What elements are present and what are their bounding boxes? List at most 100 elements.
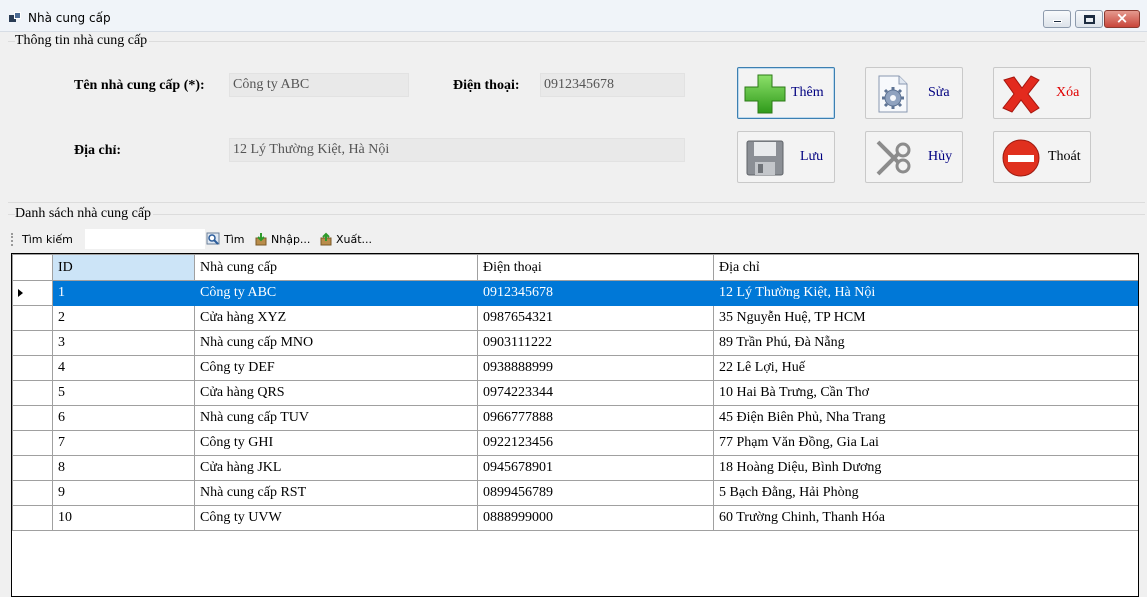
row-header[interactable] xyxy=(12,305,53,331)
cell-phone[interactable]: 0987654321 xyxy=(477,305,714,331)
cell-id[interactable]: 8 xyxy=(52,455,195,481)
cell-supplier[interactable]: Cửa hàng QRS xyxy=(194,380,478,406)
cell-id[interactable]: 3 xyxy=(52,330,195,356)
supplier-info-legend: Thông tin nhà cung cấp xyxy=(15,33,150,49)
grid-corner-cell[interactable] xyxy=(12,254,53,281)
edit-button[interactable]: Sửa xyxy=(865,67,963,119)
table-row[interactable]: 5 Cửa hàng QRS 0974223344 10 Hai Bà Trưng, … xyxy=(12,380,1138,406)
cell-address[interactable]: 18 Hoàng Diệu, Bình Dương xyxy=(713,455,1138,481)
row-header[interactable] xyxy=(12,430,53,456)
cell-supplier[interactable]: Nhà cung cấp MNO xyxy=(194,330,478,356)
cell-supplier[interactable]: Công ty ABC xyxy=(194,280,478,306)
table-row[interactable]: 6 Nhà cung cấp TUV 0966777888 45 Điện Biên … xyxy=(12,405,1138,431)
cell-supplier[interactable]: Nhà cung cấp RST xyxy=(194,480,478,506)
maximize-button[interactable] xyxy=(1075,10,1103,28)
cell-phone[interactable]: 0912345678 xyxy=(477,280,714,306)
close-icon: × xyxy=(1115,9,1129,27)
maximize-icon xyxy=(1084,15,1095,24)
cell-phone[interactable]: 0938888999 xyxy=(477,355,714,381)
import-button[interactable]: Nhập... xyxy=(271,233,310,246)
cell-phone[interactable]: 0899456789 xyxy=(477,480,714,506)
table-row[interactable]: 10 Công ty UVW 0888999000 60 Trường Chinh, … xyxy=(12,505,1138,531)
cancel-button-label: Hủy xyxy=(928,149,953,164)
title-bar: Nhà cung cấp × xyxy=(0,0,1147,32)
supplier-info-group xyxy=(8,41,1145,203)
cell-address[interactable]: 77 Phạm Văn Đồng, Gia Lai xyxy=(713,430,1138,456)
row-header[interactable] xyxy=(12,355,53,381)
cell-id[interactable]: 7 xyxy=(52,430,195,456)
address-field[interactable]: 12 Lý Thường Kiệt, Hà Nội xyxy=(229,138,685,162)
row-header[interactable] xyxy=(12,330,53,356)
table-row[interactable]: 7 Công ty GHI 0922123456 77 Phạm Văn Đồng, … xyxy=(12,430,1138,456)
save-button-label: Lưu xyxy=(800,149,824,164)
search-icon xyxy=(206,232,220,245)
row-header[interactable] xyxy=(12,405,53,431)
row-header[interactable] xyxy=(12,505,53,531)
cell-address[interactable]: 5 Bạch Đằng, Hải Phòng xyxy=(713,480,1138,506)
cell-phone[interactable]: 0922123456 xyxy=(477,430,714,456)
edit-button-label: Sửa xyxy=(928,85,950,100)
cell-id[interactable]: 10 xyxy=(52,505,195,531)
cell-supplier[interactable]: Cửa hàng XYZ xyxy=(194,305,478,331)
cell-id[interactable]: 5 xyxy=(52,380,195,406)
cell-id[interactable]: 2 xyxy=(52,305,195,331)
cell-address[interactable]: 10 Hai Bà Trưng, Cần Thơ xyxy=(713,380,1138,406)
row-header[interactable] xyxy=(12,380,53,406)
row-header[interactable] xyxy=(12,455,53,481)
supplier-name-field[interactable]: Công ty ABC xyxy=(229,73,409,97)
cell-supplier[interactable]: Nhà cung cấp TUV xyxy=(194,405,478,431)
minimize-button[interactable] xyxy=(1043,10,1071,28)
search-label: Tìm kiếm xyxy=(22,233,73,246)
supplier-grid[interactable]: ID Nhà cung cấp Điện thoại Địa chỉ 1 Công… xyxy=(11,253,1139,597)
cell-phone[interactable]: 0903111222 xyxy=(477,330,714,356)
cell-id[interactable]: 6 xyxy=(52,405,195,431)
column-header-supplier[interactable]: Nhà cung cấp xyxy=(194,254,478,281)
table-row[interactable]: 9 Nhà cung cấp RST 0899456789 5 Bạch Đằng, … xyxy=(12,480,1138,506)
export-button[interactable]: Xuất... xyxy=(336,233,372,246)
cell-phone[interactable]: 0974223344 xyxy=(477,380,714,406)
table-row[interactable]: 8 Cửa hàng JKL 0945678901 18 Hoàng Diệu, Bì… xyxy=(12,455,1138,481)
cell-supplier[interactable]: Công ty DEF xyxy=(194,355,478,381)
exit-button[interactable]: Thoát xyxy=(993,131,1091,183)
add-button[interactable]: Thêm xyxy=(737,67,835,119)
search-input[interactable] xyxy=(85,229,205,249)
cell-phone[interactable]: 0945678901 xyxy=(477,455,714,481)
cell-id[interactable]: 4 xyxy=(52,355,195,381)
cell-supplier[interactable]: Công ty UVW xyxy=(194,505,478,531)
search-button[interactable]: Tìm xyxy=(224,233,245,246)
red-x-icon xyxy=(1002,75,1040,114)
cell-address[interactable]: 60 Trường Chinh, Thanh Hóa xyxy=(713,505,1138,531)
cell-address[interactable]: 35 Nguyễn Huệ, TP HCM xyxy=(713,305,1138,331)
grid-header-row: ID Nhà cung cấp Điện thoại Địa chỉ xyxy=(12,254,1138,281)
supplier-list-legend: Danh sách nhà cung cấp xyxy=(15,206,154,222)
cell-supplier[interactable]: Công ty GHI xyxy=(194,430,478,456)
cell-address[interactable]: 12 Lý Thường Kiệt, Hà Nội xyxy=(713,280,1138,306)
table-row[interactable]: 1 Công ty ABC 0912345678 12 Lý Thường Kiệt,… xyxy=(12,280,1138,306)
save-button[interactable]: Lưu xyxy=(737,131,835,183)
list-toolbar: Tìm kiếm Tìm Nhập... Xuất... xyxy=(8,227,1139,252)
cell-id[interactable]: 1 xyxy=(52,280,195,306)
table-row[interactable]: 2 Cửa hàng XYZ 0987654321 35 Nguyễn Huệ, TP… xyxy=(12,305,1138,331)
exit-button-label: Thoát xyxy=(1048,149,1081,164)
plus-icon xyxy=(744,74,786,114)
cell-address[interactable]: 45 Điện Biên Phủ, Nha Trang xyxy=(713,405,1138,431)
cell-address[interactable]: 22 Lê Lợi, Huế xyxy=(713,355,1138,381)
delete-button[interactable]: Xóa xyxy=(993,67,1091,119)
cell-phone[interactable]: 0966777888 xyxy=(477,405,714,431)
table-row[interactable]: 4 Công ty DEF 0938888999 22 Lê Lợi, Huế xyxy=(12,355,1138,381)
delete-button-label: Xóa xyxy=(1056,85,1080,100)
cell-supplier[interactable]: Cửa hàng JKL xyxy=(194,455,478,481)
column-header-id[interactable]: ID xyxy=(52,254,195,281)
floppy-disk-icon xyxy=(746,140,784,176)
phone-field[interactable]: 0912345678 xyxy=(540,73,685,97)
table-row[interactable]: 3 Nhà cung cấp MNO 0903111222 89 Trần Phú, … xyxy=(12,330,1138,356)
row-header[interactable] xyxy=(12,280,53,306)
row-header[interactable] xyxy=(12,480,53,506)
cell-address[interactable]: 89 Trần Phú, Đà Nẵng xyxy=(713,330,1138,356)
cell-id[interactable]: 9 xyxy=(52,480,195,506)
close-button[interactable]: × xyxy=(1104,9,1140,28)
cancel-button[interactable]: Hủy xyxy=(865,131,963,183)
column-header-phone[interactable]: Điện thoại xyxy=(477,254,714,281)
column-header-address[interactable]: Địa chỉ xyxy=(713,254,1138,281)
cell-phone[interactable]: 0888999000 xyxy=(477,505,714,531)
